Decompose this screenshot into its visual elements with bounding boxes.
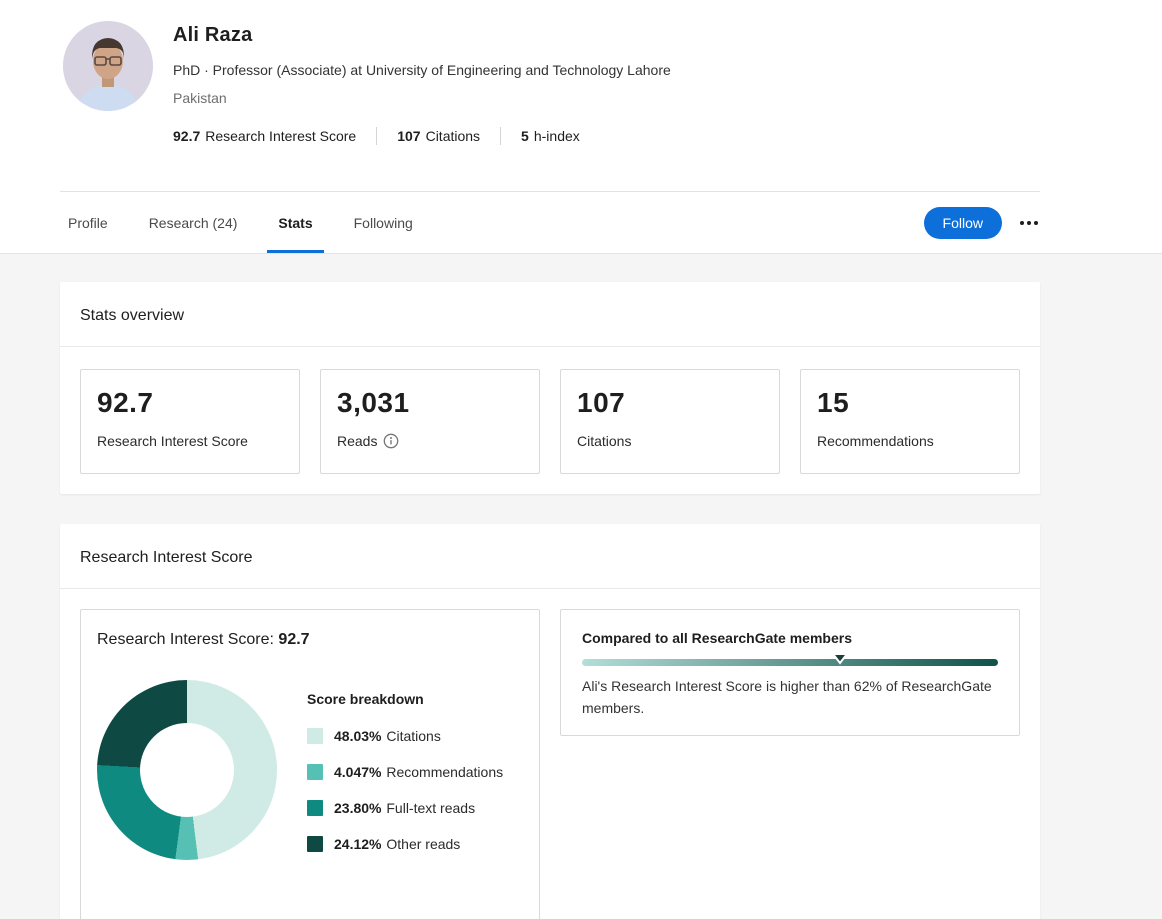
score-heading-label: Research Interest Score: — [97, 631, 274, 648]
legend-item-other-reads: 24.12% Other reads — [307, 836, 503, 852]
header-actions: Follow — [924, 207, 1040, 239]
avatar-photo — [63, 21, 153, 111]
avatar — [63, 21, 153, 111]
stat-card-research-interest: 92.7 Research Interest Score — [80, 369, 300, 474]
section-title: Stats overview — [60, 282, 1040, 346]
header-stat-h-index: 5 h-index — [521, 128, 580, 144]
header-stat-label: Research Interest Score — [205, 128, 356, 144]
header-stat-value: 107 — [397, 128, 420, 144]
header-stat-value: 92.7 — [173, 128, 200, 144]
score-breakdown-card: Research Interest Score: 92.7 Score brea… — [80, 609, 540, 919]
info-icon[interactable] — [383, 433, 399, 449]
research-interest-score-card: Research Interest Score Research Interes… — [60, 524, 1040, 919]
comparison-card: Compared to all ResearchGate members Ali… — [560, 609, 1020, 736]
tabs-row: Profile Research (24) Stats Following Fo… — [60, 191, 1040, 253]
more-options-icon[interactable] — [1018, 215, 1040, 231]
section-title: Research Interest Score — [60, 524, 1040, 588]
tab-profile[interactable]: Profile — [68, 192, 108, 253]
stat-value: 15 — [817, 387, 1003, 419]
stat-label: Recommendations — [817, 433, 1003, 449]
stat-cards: 92.7 Research Interest Score 3,031 Reads — [60, 347, 1040, 494]
comparison-title: Compared to all ResearchGate members — [582, 630, 998, 646]
header-stat-label: Citations — [426, 128, 480, 144]
header-stat-value: 5 — [521, 128, 529, 144]
comparison-text: Ali's Research Interest Score is higher … — [582, 675, 998, 719]
stats-overview-card: Stats overview 92.7 Research Interest Sc… — [60, 282, 1040, 494]
legend-item-recommendations: 4.047% Recommendations — [307, 764, 503, 780]
score-heading-value: 92.7 — [278, 631, 309, 648]
stat-label: Reads — [337, 433, 523, 449]
legend-item-citations: 48.03% Citations — [307, 728, 503, 744]
stats-page: Stats overview 92.7 Research Interest Sc… — [0, 254, 1162, 919]
header-stats: 92.7 Research Interest Score 107 Citatio… — [173, 127, 671, 145]
legend-swatch — [307, 728, 323, 744]
score-heading: Research Interest Score: 92.7 — [97, 631, 523, 649]
stat-label-text: Reads — [337, 433, 377, 449]
stat-label: Research Interest Score — [97, 433, 283, 449]
stat-value: 92.7 — [97, 387, 283, 419]
percentile-marker-icon — [831, 652, 849, 665]
tab-research[interactable]: Research (24) — [149, 192, 238, 253]
stat-value: 107 — [577, 387, 763, 419]
legend-swatch — [307, 764, 323, 780]
percentile-bar — [582, 659, 998, 666]
score-breakdown-legend: Score breakdown 48.03% Citations 4.047% … — [307, 680, 503, 872]
legend-item-full-text-reads: 23.80% Full-text reads — [307, 800, 503, 816]
legend-swatch — [307, 836, 323, 852]
ris-grid: Research Interest Score: 92.7 Score brea… — [60, 589, 1040, 919]
divider — [500, 127, 501, 145]
score-breakdown-donut-chart — [97, 680, 277, 860]
tab-stats[interactable]: Stats — [278, 192, 312, 253]
stat-card-recommendations: 15 Recommendations — [800, 369, 1020, 474]
tab-following[interactable]: Following — [354, 192, 413, 253]
profile-title: PhD · Professor (Associate) at Universit… — [173, 62, 671, 78]
legend-swatch — [307, 800, 323, 816]
profile-tabs: Profile Research (24) Stats Following — [60, 192, 413, 253]
profile-name: Ali Raza — [173, 24, 671, 47]
profile-header: Ali Raza PhD · Professor (Associate) at … — [0, 0, 1162, 254]
follow-button[interactable]: Follow — [924, 207, 1002, 239]
header-stat-citations: 107 Citations — [397, 128, 480, 144]
divider — [376, 127, 377, 145]
header-stat-research-interest: 92.7 Research Interest Score — [173, 128, 356, 144]
legend-title: Score breakdown — [307, 691, 503, 707]
header-stat-label: h-index — [534, 128, 580, 144]
stat-card-reads: 3,031 Reads — [320, 369, 540, 474]
stat-label: Citations — [577, 433, 763, 449]
stat-card-citations: 107 Citations — [560, 369, 780, 474]
profile-location: Pakistan — [173, 90, 671, 106]
stat-value: 3,031 — [337, 387, 523, 419]
